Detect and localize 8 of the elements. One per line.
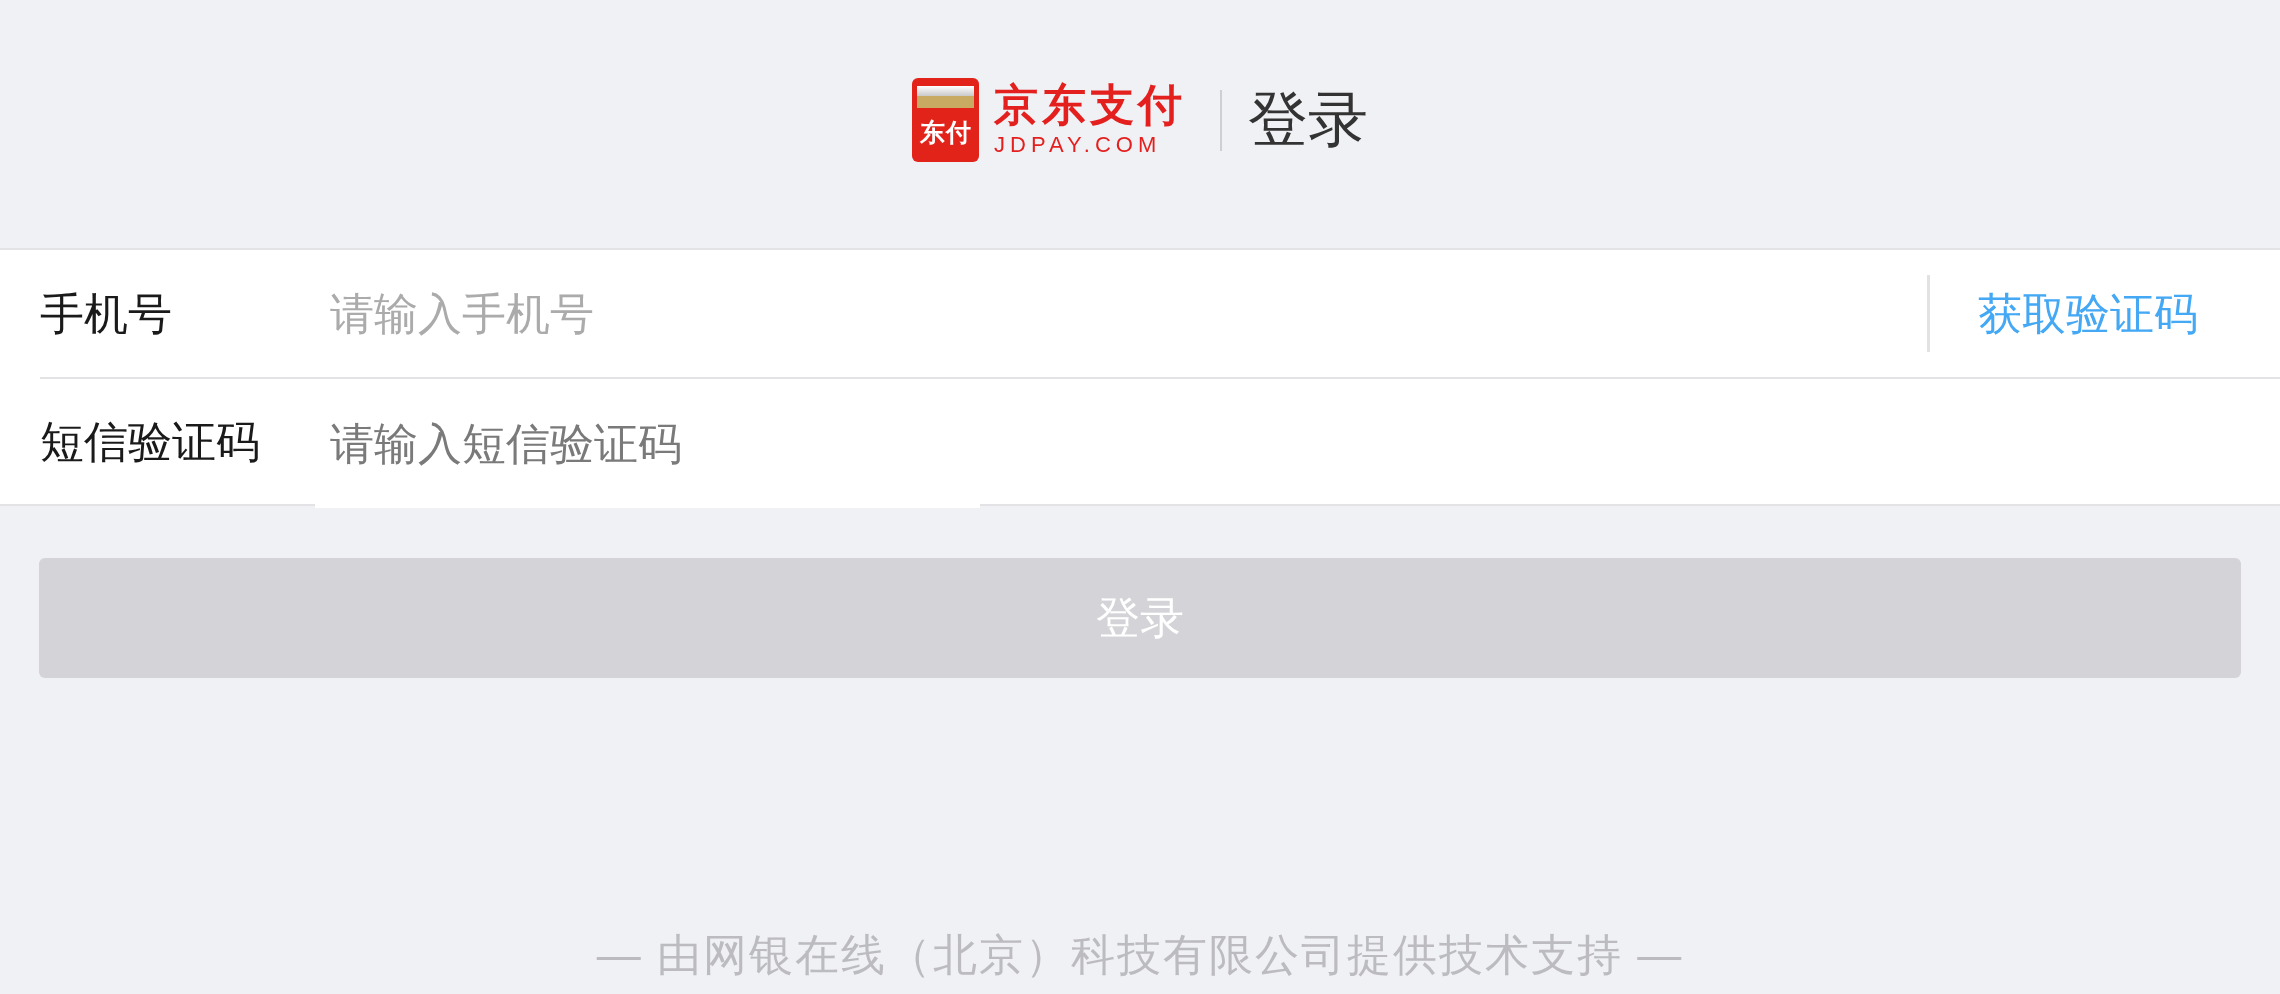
field-label: 短信验证码 xyxy=(40,419,261,464)
logo-brand-name: 京东支付 xyxy=(994,82,1186,128)
logo-badge-text: 东付 xyxy=(919,120,972,145)
page-title: 登录 xyxy=(1248,90,1368,150)
card-stripe-icon xyxy=(917,86,974,108)
get-code-button[interactable]: 获取验证码 xyxy=(1930,291,2280,336)
logo-domain: JDPAY.COM xyxy=(994,132,1162,158)
field-label: 手机号 xyxy=(40,291,173,336)
